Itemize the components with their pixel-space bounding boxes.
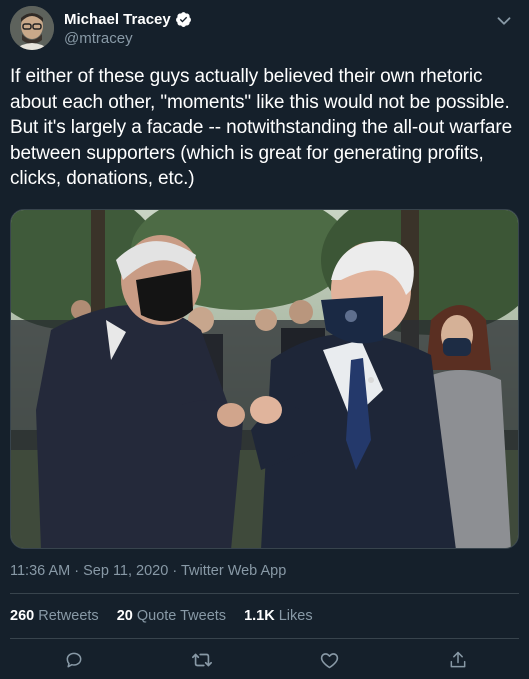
likes-count: 1.1K bbox=[244, 608, 275, 624]
meta-separator: · bbox=[172, 563, 178, 579]
avatar-image bbox=[10, 6, 54, 50]
divider bbox=[10, 638, 519, 639]
tweet-actions bbox=[10, 648, 519, 674]
tweet-photo[interactable] bbox=[10, 209, 519, 549]
display-name[interactable]: Michael Tracey bbox=[64, 10, 192, 29]
retweets-count: 260 bbox=[10, 608, 35, 624]
tweet-date[interactable]: Sep 11, 2020 bbox=[83, 563, 168, 579]
retweet-icon[interactable] bbox=[190, 648, 214, 672]
display-name-text[interactable]: Michael Tracey bbox=[64, 10, 171, 29]
author-info: Michael Tracey @mtracey bbox=[64, 10, 192, 49]
tweet-timestamp: 11:36 AM · Sep 11, 2020 · Twitter Web Ap… bbox=[10, 563, 286, 579]
tweet-source[interactable]: Twitter Web App bbox=[181, 563, 286, 579]
chevron-down-icon[interactable] bbox=[493, 10, 515, 32]
tweet-header: Michael Tracey @mtracey bbox=[10, 6, 519, 54]
quote-tweets-stat[interactable]: 20 Quote Tweets bbox=[117, 608, 226, 624]
likes-label: Likes bbox=[278, 608, 313, 624]
verified-badge-icon bbox=[175, 11, 192, 28]
divider bbox=[10, 593, 519, 594]
meta-separator: · bbox=[74, 563, 80, 579]
photo-image bbox=[11, 210, 518, 548]
handle[interactable]: @mtracey bbox=[64, 29, 192, 49]
tweet-stats: 260 Retweets 20 Quote Tweets 1.1K Likes bbox=[10, 608, 313, 624]
quote-tweets-count: 20 bbox=[116, 608, 133, 624]
reply-icon[interactable] bbox=[62, 648, 86, 672]
retweets-label: Retweets bbox=[38, 608, 99, 624]
avatar[interactable] bbox=[10, 6, 54, 50]
heart-icon[interactable] bbox=[317, 648, 341, 672]
tweet-text: If either of these guys actually believe… bbox=[10, 66, 513, 189]
likes-stat[interactable]: 1.1K Likes bbox=[244, 608, 313, 624]
quote-tweets-label: Quote Tweets bbox=[136, 608, 227, 624]
tweet-time[interactable]: 11:36 AM bbox=[10, 563, 70, 579]
retweets-stat[interactable]: 260 Retweets bbox=[10, 608, 99, 624]
share-icon[interactable] bbox=[446, 648, 470, 672]
